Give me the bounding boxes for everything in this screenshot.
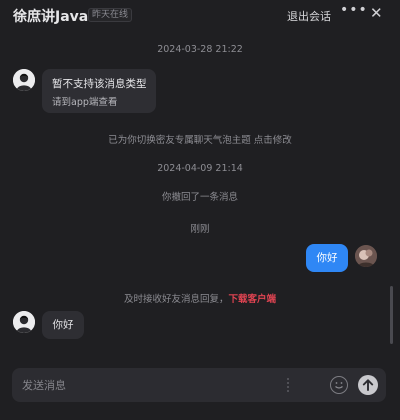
avatar-icon (13, 69, 35, 91)
send-button[interactable] (358, 375, 378, 395)
message-bubble-incoming[interactable]: 你好 (42, 311, 84, 339)
message-bubble-incoming[interactable]: 暂不支持该消息类型 请到app端查看 (42, 69, 156, 113)
status-badge: 昨天在线 (88, 8, 133, 22)
drag-handle-icon[interactable] (286, 377, 290, 393)
theme-notice[interactable]: 已为你切换密友专属聊天气泡主题 点击修改 (0, 132, 400, 146)
avatar[interactable] (13, 69, 35, 91)
timestamp: 刚刚 (190, 224, 210, 235)
smile-icon[interactable] (330, 376, 348, 394)
timestamp: 2024-04-09 21:14 (157, 163, 243, 174)
avatar[interactable] (13, 311, 35, 333)
timestamp: 2024-03-28 21:22 (157, 44, 243, 55)
exit-chat-button[interactable]: 退出会话 (287, 8, 331, 24)
recall-notice: 你撤回了一条消息 (161, 192, 238, 203)
avatar-icon (13, 311, 35, 333)
download-client-link[interactable]: 下载客户端 (229, 294, 277, 305)
avatar-icon (355, 245, 377, 267)
message-input-bar (12, 368, 386, 402)
chat-title: 徐庶讲Java (13, 9, 89, 25)
close-icon[interactable]: ✕ (370, 4, 383, 22)
message-bubble-outgoing[interactable]: 你好 (306, 244, 348, 272)
more-icon[interactable]: ••• (340, 2, 368, 18)
smile-face (335, 382, 343, 389)
download-tip: 及时接收好友消息回复，下载客户端 (0, 291, 400, 305)
unsupported-message-title: 暂不支持该消息类型 (52, 78, 147, 90)
scrollbar[interactable] (390, 286, 393, 344)
arrow-up-icon (362, 379, 374, 391)
unsupported-message-sub: 请到app端查看 (52, 97, 118, 108)
message-input[interactable] (22, 375, 282, 395)
chat-header: 徐庶讲Java 昨天在线 退出会话 ••• ✕ (0, 0, 400, 30)
download-tip-text: 及时接收好友消息回复， (123, 294, 229, 305)
avatar[interactable] (355, 245, 377, 267)
